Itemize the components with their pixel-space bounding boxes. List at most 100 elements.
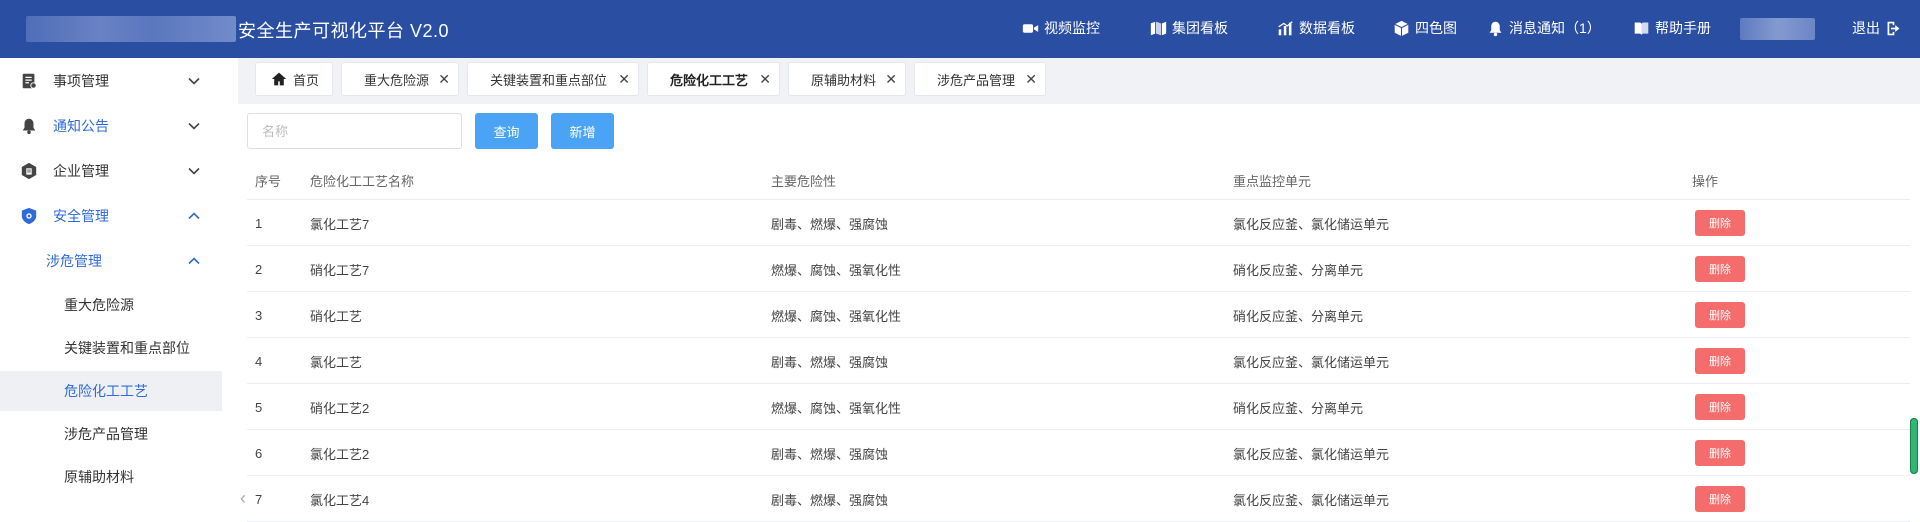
nav-four-color-map[interactable]: 四色图: [1393, 18, 1457, 38]
table-row: 4 氯化工艺 剧毒、燃爆、强腐蚀 氯化反应釜、氯化储运单元 删除: [247, 338, 1910, 384]
video-camera-icon: [1022, 23, 1039, 33]
top-header: 安全生产可视化平台 V2.0 视频监控 集团看板 数据看板 四色图 消息通知（1…: [0, 0, 1920, 58]
cell-unit: 氯化反应釜、氯化储运单元: [1233, 446, 1390, 462]
cell-name: 氯化工艺4: [310, 492, 370, 508]
user-avatar[interactable]: [1740, 18, 1815, 40]
nav-group-board-label: 集团看板: [1172, 20, 1228, 36]
cell-unit: 氯化反应釜、氯化储运单元: [1233, 492, 1390, 508]
chevron-down-icon: [188, 122, 200, 130]
tab-label: 重大危险源: [364, 72, 430, 88]
cell-hazard: 燃爆、腐蚀、强氧化性: [771, 400, 902, 416]
cell-action: 删除: [1695, 338, 1745, 384]
sidebar-sub-label: 危险化工工艺: [64, 383, 148, 399]
delete-button[interactable]: 删除: [1695, 210, 1745, 236]
cell-unit: 硝化反应釜、分离单元: [1233, 308, 1364, 324]
chevron-down-icon: [188, 77, 200, 85]
vertical-scrollbar[interactable]: [1910, 418, 1918, 474]
tab-label: 原辅助材料: [811, 72, 877, 88]
delete-button[interactable]: 删除: [1695, 486, 1745, 512]
cell-name: 氯化工艺: [310, 354, 363, 370]
shield-icon: [21, 207, 37, 225]
tab-hazard-products[interactable]: 涉危产品管理 ✕: [914, 62, 1046, 96]
nav-four-color-map-label: 四色图: [1415, 20, 1457, 36]
sidebar-item-label: 安全管理: [53, 208, 109, 224]
cell-hazard: 剧毒、燃爆、强腐蚀: [771, 492, 889, 508]
delete-button[interactable]: 删除: [1695, 256, 1745, 282]
nav-notifications[interactable]: 消息通知（1）: [1487, 18, 1601, 38]
tab-label: 涉危产品管理: [937, 72, 1016, 88]
cell-hazard: 燃爆、腐蚀、强氧化性: [771, 262, 902, 278]
table-row: 1 氯化工艺7 剧毒、燃爆、强腐蚀 氯化反应釜、氯化储运单元 删除: [247, 200, 1910, 246]
delete-button[interactable]: 删除: [1695, 394, 1745, 420]
sidebar-item-hazardous-process[interactable]: 危险化工工艺: [0, 371, 222, 411]
nav-data-board[interactable]: 数据看板: [1277, 18, 1355, 38]
sidebar-group-hazard[interactable]: 涉危管理: [0, 241, 222, 281]
book-icon: [1634, 22, 1649, 35]
add-button[interactable]: 新增: [551, 113, 614, 149]
cell-no: 5: [255, 399, 263, 415]
sidebar-item-label: 事项管理: [53, 73, 109, 89]
close-icon[interactable]: ✕: [1025, 71, 1037, 88]
nav-group-board[interactable]: 集团看板: [1150, 18, 1228, 38]
cell-action: 删除: [1695, 476, 1745, 522]
nav-help-manual[interactable]: 帮助手册: [1633, 18, 1711, 38]
cell-action: 删除: [1695, 246, 1745, 292]
table-row: 2 硝化工艺7 燃爆、腐蚀、强氧化性 硝化反应釜、分离单元 删除: [247, 246, 1910, 292]
nav-video-monitor[interactable]: 视频监控: [1022, 18, 1100, 38]
sidebar-item-major-hazard[interactable]: 重大危险源: [0, 285, 222, 325]
query-button[interactable]: 查询: [475, 113, 538, 149]
cell-hazard: 剧毒、燃爆、强腐蚀: [771, 216, 889, 232]
delete-button[interactable]: 删除: [1695, 302, 1745, 328]
tab-hazardous-process[interactable]: 危险化工工艺 ✕: [647, 62, 780, 96]
cell-name: 氯化工艺2: [310, 446, 370, 462]
tab-label: 首页: [293, 72, 320, 88]
scroll-left-arrow-icon[interactable]: ‹: [240, 488, 246, 509]
column-header-unit: 重点监控单元: [1233, 173, 1312, 189]
cell-unit: 硝化反应釜、分离单元: [1233, 262, 1364, 278]
close-icon[interactable]: ✕: [618, 71, 630, 88]
tab-label: 关键装置和重点部位: [490, 72, 608, 88]
sidebar-group-label: 涉危管理: [46, 253, 102, 269]
sidebar-item-safety[interactable]: 安全管理: [0, 196, 222, 236]
sidebar-item-enterprise[interactable]: 企业管理: [0, 151, 222, 191]
tab-key-devices[interactable]: 关键装置和重点部位 ✕: [467, 62, 639, 96]
tab-auxiliary-materials[interactable]: 原辅助材料 ✕: [788, 62, 906, 96]
sidebar: 事项管理 通知公告 企业管理 安全管理 涉危管理 重大危险源 关键装置和重点部位…: [0, 58, 222, 512]
cell-hazard: 剧毒、燃爆、强腐蚀: [771, 446, 889, 462]
logout-icon: [1887, 21, 1900, 35]
chevron-up-icon: [188, 257, 200, 265]
logout-button[interactable]: 退出: [1852, 18, 1902, 38]
cell-unit: 氯化反应釜、氯化储运单元: [1233, 216, 1390, 232]
cell-unit: 硝化反应釜、分离单元: [1233, 400, 1364, 416]
cell-unit: 氯化反应釜、氯化储运单元: [1233, 354, 1390, 370]
tab-major-hazard[interactable]: 重大危险源 ✕: [341, 62, 459, 96]
cell-name: 硝化工艺7: [310, 262, 370, 278]
cell-action: 删除: [1695, 292, 1745, 338]
delete-button[interactable]: 删除: [1695, 348, 1745, 374]
sidebar-item-auxiliary-materials[interactable]: 原辅助材料: [0, 457, 222, 497]
name-search-input[interactable]: [247, 113, 462, 149]
tab-home[interactable]: 首页: [255, 62, 333, 96]
cube-icon: [1394, 20, 1409, 36]
cell-no: 7: [255, 491, 263, 507]
close-icon[interactable]: ✕: [885, 71, 897, 88]
sidebar-item-key-devices[interactable]: 关键装置和重点部位: [0, 328, 222, 368]
close-icon[interactable]: ✕: [438, 71, 450, 88]
task-list-icon: [22, 73, 37, 89]
logo-image: [26, 16, 236, 42]
cell-no: 4: [255, 353, 263, 369]
cell-name: 硝化工艺: [310, 308, 363, 324]
logout-label: 退出: [1852, 20, 1880, 36]
table-row: 5 硝化工艺2 燃爆、腐蚀、强氧化性 硝化反应釜、分离单元 删除: [247, 384, 1910, 430]
delete-button[interactable]: 删除: [1695, 440, 1745, 466]
sidebar-item-hazard-products[interactable]: 涉危产品管理: [0, 414, 222, 454]
nav-help-manual-label: 帮助手册: [1655, 20, 1711, 36]
sidebar-sub-label: 重大危险源: [64, 297, 134, 313]
cell-action: 删除: [1695, 384, 1745, 430]
sidebar-item-notices[interactable]: 通知公告: [0, 106, 222, 146]
close-icon[interactable]: ✕: [759, 71, 771, 88]
app-title: 安全生产可视化平台 V2.0: [238, 21, 450, 41]
cell-name: 硝化工艺2: [310, 400, 370, 416]
sidebar-item-tasks[interactable]: 事项管理: [0, 61, 222, 101]
tabs-bar: 首页 重大危险源 ✕ 关键装置和重点部位 ✕ 危险化工工艺 ✕ 原辅助材料 ✕ …: [238, 58, 1920, 104]
